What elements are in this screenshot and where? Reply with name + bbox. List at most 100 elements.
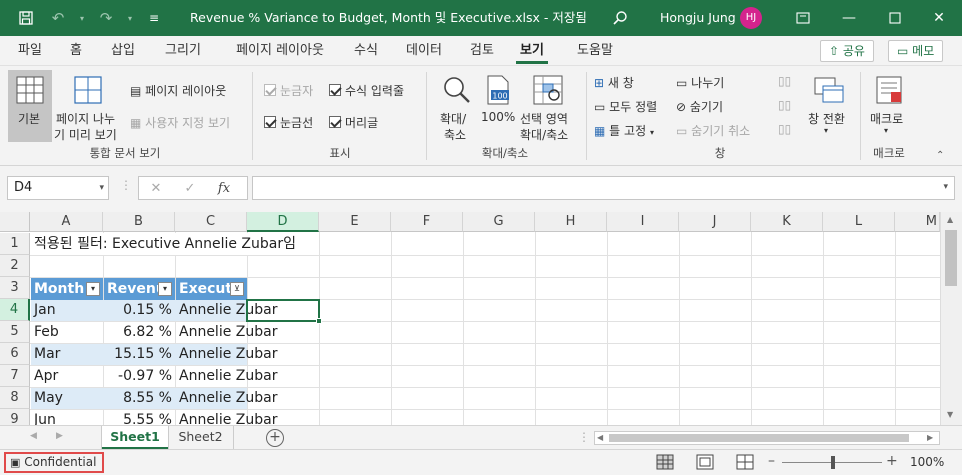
tab-home[interactable]: 홈	[62, 36, 90, 66]
revenue-cell[interactable]: 6.82 %	[104, 321, 175, 343]
undo-dropdown-icon[interactable]: ▾	[76, 4, 88, 32]
row-header-2[interactable]: 2	[0, 255, 30, 277]
arrange-all-button[interactable]: ▭ 모두 정렬	[594, 98, 657, 115]
zoom-button[interactable]: 확대/ 축소	[436, 70, 476, 142]
revenue-cell[interactable]: 0.15 %	[104, 299, 175, 321]
revenue-cell[interactable]: 5.55 %	[104, 409, 175, 425]
scroll-left-icon[interactable]: ◀	[597, 433, 603, 442]
column-header-j[interactable]: J	[679, 212, 751, 232]
customize-toolbar-icon[interactable]: ≡	[140, 4, 168, 32]
vertical-scroll-thumb[interactable]	[945, 230, 957, 286]
tab-split-handle-icon[interactable]: ⋮	[578, 430, 590, 444]
filter-dropdown-icon[interactable]: ▾	[86, 282, 100, 296]
comments-button[interactable]: ▭ 메모	[888, 40, 944, 62]
sensitivity-label[interactable]: ▣ Confidential	[4, 452, 105, 473]
zoom-in-icon[interactable]: +	[886, 453, 898, 469]
fill-handle[interactable]	[316, 318, 322, 324]
executive-cell[interactable]: Annelie Zubar	[176, 321, 280, 343]
formula-bar-checkbox[interactable]: 수식 입력줄	[329, 82, 404, 99]
maximize-icon[interactable]	[872, 0, 918, 36]
column-header-m[interactable]: M	[895, 212, 940, 232]
tab-review[interactable]: 검토	[464, 36, 500, 66]
filter-dropdown-icon[interactable]: ▾	[158, 282, 172, 296]
tab-view[interactable]: 보기	[514, 36, 550, 66]
row-header-9[interactable]: 9	[0, 409, 30, 425]
tab-insert[interactable]: 삽입	[104, 36, 142, 66]
select-all-corner[interactable]	[0, 212, 30, 232]
active-cell-d4[interactable]	[246, 299, 320, 322]
row-header-4[interactable]: 4	[0, 299, 30, 321]
column-header-e[interactable]: E	[319, 212, 391, 232]
revenue-cell[interactable]: 15.15 %	[104, 343, 175, 365]
zoom-level[interactable]: 100%	[910, 455, 944, 469]
page-layout-view-button[interactable]: ▤ 페이지 레이아웃	[130, 82, 226, 99]
redo-icon[interactable]: ↷	[92, 4, 120, 32]
scroll-down-icon[interactable]: ▼	[947, 410, 953, 419]
zoom-100-button[interactable]: 100 100%	[478, 70, 516, 142]
close-icon[interactable]: ✕	[916, 0, 962, 36]
undo-icon[interactable]: ↶	[44, 4, 72, 32]
filter-funnel-icon[interactable]: ⊻	[230, 282, 244, 296]
executive-cell[interactable]: Annelie Zubar	[176, 365, 280, 387]
executive-cell[interactable]: Annelie Zubar	[176, 409, 280, 425]
zoom-slider-knob[interactable]	[831, 456, 835, 469]
macros-button[interactable]: 매크로 ▾	[866, 70, 912, 142]
headings-checkbox[interactable]: 머리글	[329, 114, 378, 131]
prev-sheet-icon[interactable]: ◀	[30, 431, 37, 441]
save-icon[interactable]	[12, 4, 40, 32]
name-box[interactable]: D4 ▾	[7, 176, 109, 200]
revenue-cell[interactable]: 8.55 %	[104, 387, 175, 409]
page-break-preview-button[interactable]: 페이지 나누 기 미리 보기	[54, 70, 124, 142]
filter-note-cell[interactable]: 적용된 필터: Executive Annelie Zubar임	[31, 233, 299, 255]
revenue-cell[interactable]: -0.97 %	[104, 365, 175, 387]
column-header-a[interactable]: A	[30, 212, 103, 232]
month-cell[interactable]: Jun	[31, 409, 59, 425]
column-header-l[interactable]: L	[823, 212, 895, 232]
sheet-tab-sheet2[interactable]: Sheet2	[168, 426, 234, 450]
month-cell[interactable]: Jan	[31, 299, 59, 321]
tab-file[interactable]: 파일	[14, 36, 46, 66]
zoom-to-selection-button[interactable]: 선택 영역 확대/축소	[518, 70, 578, 142]
month-cell[interactable]: Mar	[31, 343, 63, 365]
next-sheet-icon[interactable]: ▶	[56, 431, 63, 441]
row-header-7[interactable]: 7	[0, 365, 30, 387]
column-header-f[interactable]: F	[391, 212, 463, 232]
user-name[interactable]: Hongju Jung	[660, 0, 736, 36]
avatar[interactable]: HJ	[740, 7, 762, 29]
column-header-c[interactable]: C	[175, 212, 247, 232]
column-header-g[interactable]: G	[463, 212, 535, 232]
horizontal-scrollbar[interactable]: ◀ ▶	[594, 431, 940, 445]
row-header-3[interactable]: 3	[0, 277, 30, 299]
tab-data[interactable]: 데이터	[400, 36, 448, 66]
executive-cell[interactable]: Annelie Zubar	[176, 343, 280, 365]
normal-view-status-icon[interactable]	[656, 454, 674, 470]
expand-formula-icon[interactable]: ▾	[943, 182, 948, 192]
column-header-h[interactable]: H	[535, 212, 607, 232]
new-window-button[interactable]: ⊞ 새 창	[594, 74, 634, 91]
hide-button[interactable]: ⊘ 숨기기	[676, 98, 723, 115]
tab-draw[interactable]: 그리기	[158, 36, 208, 66]
tab-formulas[interactable]: 수식	[348, 36, 384, 66]
horizontal-scroll-thumb[interactable]	[609, 434, 909, 442]
column-header-k[interactable]: K	[751, 212, 823, 232]
row-header-1[interactable]: 1	[0, 233, 30, 255]
column-header-i[interactable]: I	[607, 212, 679, 232]
month-cell[interactable]: Apr	[31, 365, 61, 387]
normal-view-button[interactable]: 기본	[8, 70, 52, 142]
formula-input[interactable]: ▾	[252, 176, 955, 200]
share-button[interactable]: ⇧ 공유	[820, 40, 874, 62]
scroll-up-icon[interactable]: ▲	[947, 215, 953, 224]
gridlines-checkbox[interactable]: 눈금선	[264, 114, 313, 131]
row-header-8[interactable]: 8	[0, 387, 30, 409]
row-header-6[interactable]: 6	[0, 343, 30, 365]
collapse-ribbon-icon[interactable]: ⌃	[936, 150, 944, 161]
minimize-icon[interactable]: —	[826, 0, 872, 36]
month-cell[interactable]: May	[31, 387, 66, 409]
row-header-5[interactable]: 5	[0, 321, 30, 343]
freeze-panes-button[interactable]: ▦ 틀 고정 ▾	[594, 122, 654, 139]
search-icon[interactable]	[606, 4, 634, 32]
worksheet-grid[interactable]: A B C D E F G H I J K L M 1 2 3 4 5 6 7 …	[0, 212, 962, 425]
column-header-b[interactable]: B	[103, 212, 175, 232]
redo-dropdown-icon[interactable]: ▾	[124, 4, 136, 32]
month-cell[interactable]: Feb	[31, 321, 62, 343]
